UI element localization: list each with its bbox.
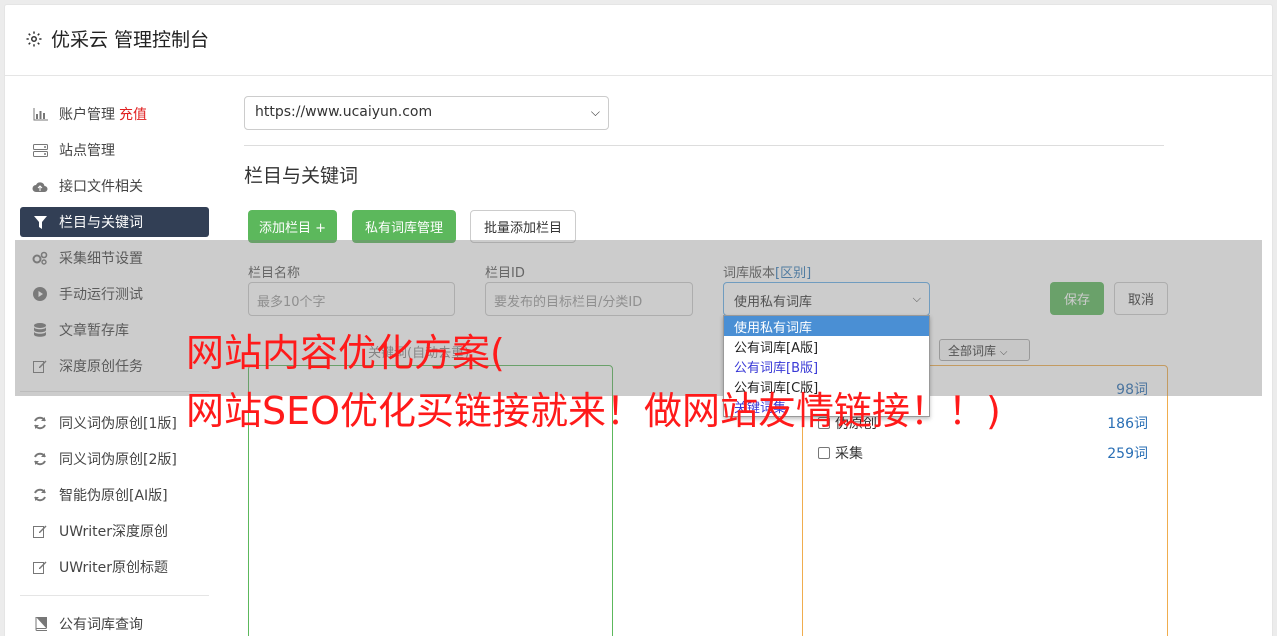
- sidebar-item-ai-original[interactable]: 智能伪原创[AI版]: [20, 480, 209, 510]
- sidebar-item-label: UWriter原创标题: [59, 560, 168, 576]
- recharge-link[interactable]: 充值: [119, 104, 147, 124]
- book-icon: [31, 616, 49, 632]
- sidebar-item-synonym-v1[interactable]: 同义词伪原创[1版]: [20, 408, 209, 438]
- refresh-icon: [31, 415, 49, 431]
- gear-icon: [26, 31, 42, 46]
- divider: [244, 145, 1164, 146]
- batch-add-button[interactable]: 批量添加栏目: [470, 210, 576, 243]
- filter-icon: [31, 214, 49, 230]
- sidebar-item-label: 同义词伪原创[1版]: [59, 416, 177, 432]
- sidebar-item-label: 站点管理: [59, 143, 115, 159]
- sidebar-divider: [20, 595, 209, 596]
- bar-chart-icon: [31, 106, 49, 122]
- site-select[interactable]: https://www.ucaiyun.com ⌵: [244, 96, 609, 130]
- edit-icon: [31, 523, 49, 539]
- sidebar-item-label: UWriter深度原创: [59, 524, 168, 540]
- promo-line-2: 网站SEO优化买链接就来！做网站友情链接！！): [186, 389, 1001, 433]
- edit-icon: [31, 559, 49, 575]
- sidebar-item-uwriter-deep[interactable]: UWriter深度原创: [20, 516, 209, 546]
- header: 优采云 管理控制台: [5, 5, 1272, 76]
- sidebar-item-sites[interactable]: 站点管理: [20, 135, 209, 165]
- site-select-value: https://www.ucaiyun.com: [255, 104, 433, 120]
- sidebar-item-synonym-v2[interactable]: 同义词伪原创[2版]: [20, 444, 209, 474]
- chevron-down-icon: ⌵: [590, 105, 600, 119]
- cloud-upload-icon: [31, 178, 49, 194]
- library-count: 259词: [1107, 446, 1148, 462]
- sidebar-item-label: 智能伪原创[AI版]: [59, 488, 168, 504]
- dropdown-option[interactable]: 使用私有词库: [724, 316, 929, 336]
- sidebar-item-label: 接口文件相关: [59, 179, 143, 195]
- server-icon: [31, 142, 49, 158]
- library-checkbox[interactable]: [818, 447, 830, 459]
- sidebar-item-label: 账户管理: [59, 107, 115, 123]
- library-item[interactable]: 采集 259词: [818, 443, 1148, 463]
- app-title-text: 优采云 管理控制台: [51, 29, 210, 51]
- library-count: 186词: [1107, 416, 1148, 432]
- sidebar-item-public-lib[interactable]: 公有词库查询: [20, 609, 209, 636]
- refresh-icon: [31, 451, 49, 467]
- sidebar-item-columns[interactable]: 栏目与关键词: [20, 207, 209, 237]
- add-column-button[interactable]: 添加栏目 +: [248, 210, 337, 243]
- library-name: 采集: [835, 446, 863, 462]
- sidebar-item-interface[interactable]: 接口文件相关: [20, 171, 209, 201]
- dropdown-option[interactable]: 公有词库[B版]: [724, 356, 929, 376]
- dropdown-option[interactable]: 公有词库[A版]: [724, 336, 929, 356]
- section-title: 栏目与关键词: [244, 165, 359, 187]
- sidebar-item-label: 公有词库查询: [59, 617, 143, 633]
- private-lib-button[interactable]: 私有词库管理: [352, 210, 456, 243]
- refresh-icon: [31, 487, 49, 503]
- sidebar-item-uwriter-title[interactable]: UWriter原创标题: [20, 552, 209, 582]
- sidebar-item-label: 同义词伪原创[2版]: [59, 452, 177, 468]
- app-title: 优采云 管理控制台: [25, 25, 209, 52]
- promo-line-1: 网站内容优化方案(: [186, 331, 505, 375]
- sidebar-item-label: 栏目与关键词: [59, 215, 143, 231]
- sidebar-item-account[interactable]: 账户管理 充值: [20, 99, 209, 129]
